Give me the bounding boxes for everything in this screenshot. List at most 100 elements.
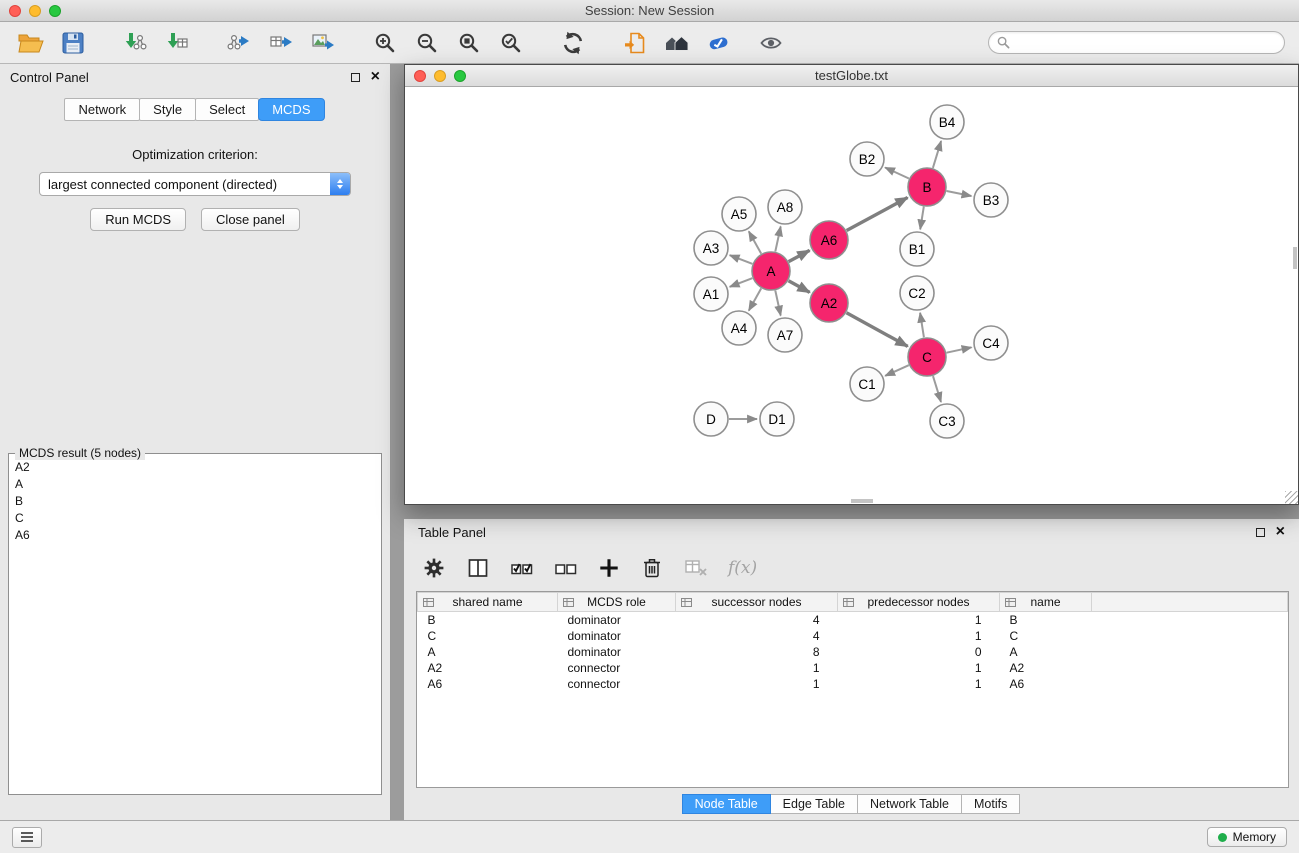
graph-edge-A-A8[interactable] bbox=[775, 227, 780, 252]
close-window-button[interactable] bbox=[9, 5, 21, 17]
column-header-shared-name[interactable]: shared name bbox=[418, 593, 558, 612]
graph-node-A5[interactable]: A5 bbox=[722, 197, 756, 231]
column-header-successor-nodes[interactable]: successor nodes bbox=[676, 593, 838, 612]
network-close-button[interactable] bbox=[414, 70, 426, 82]
graph-node-C2[interactable]: C2 bbox=[900, 276, 934, 310]
graph-node-B4[interactable]: B4 bbox=[930, 105, 964, 139]
graph-node-A2[interactable]: A2 bbox=[810, 284, 848, 322]
float-panel-icon[interactable] bbox=[351, 73, 360, 82]
minimize-window-button[interactable] bbox=[29, 5, 41, 17]
graph-node-D[interactable]: D bbox=[694, 402, 728, 436]
graph-edge-A-A2[interactable] bbox=[789, 281, 810, 293]
table-row[interactable]: Adominator80A bbox=[418, 644, 1288, 660]
close-panel-button[interactable]: Close panel bbox=[201, 208, 300, 231]
import-network-button[interactable] bbox=[114, 25, 156, 61]
table-row[interactable]: Cdominator41C bbox=[418, 628, 1288, 644]
open-document-button[interactable] bbox=[614, 25, 656, 61]
show-graphics-details-button[interactable] bbox=[750, 25, 792, 61]
result-item[interactable]: A6 bbox=[11, 527, 379, 544]
delete-column-button[interactable] bbox=[640, 556, 664, 580]
table-row[interactable]: A2connector11A2 bbox=[418, 660, 1288, 676]
graph-edge-A6-B[interactable] bbox=[847, 198, 908, 231]
import-table-button[interactable] bbox=[156, 25, 198, 61]
graph-edge-C-C2[interactable] bbox=[920, 313, 924, 337]
network-window-titlebar[interactable]: testGlobe.txt bbox=[405, 65, 1298, 87]
graph-edge-B-B1[interactable] bbox=[920, 207, 924, 230]
export-network-button[interactable] bbox=[218, 25, 260, 61]
table-row[interactable]: A6connector11A6 bbox=[418, 676, 1288, 692]
graph-edge-C-C1[interactable] bbox=[885, 365, 909, 376]
network-zoom-button[interactable] bbox=[454, 70, 466, 82]
graph-edge-A-A3[interactable] bbox=[730, 255, 753, 264]
graph-node-A6[interactable]: A6 bbox=[810, 221, 848, 259]
tab-node-table[interactable]: Node Table bbox=[682, 794, 771, 814]
zoom-fit-button[interactable] bbox=[448, 25, 490, 61]
search-input[interactable] bbox=[1015, 35, 1276, 51]
graph-edge-B-B4[interactable] bbox=[933, 141, 941, 168]
close-panel-icon[interactable]: × bbox=[371, 69, 380, 85]
create-column-button[interactable] bbox=[598, 557, 620, 579]
graph-node-A3[interactable]: A3 bbox=[694, 231, 728, 265]
graph-node-A[interactable]: A bbox=[752, 252, 790, 290]
run-mcds-button[interactable]: Run MCDS bbox=[90, 208, 186, 231]
zoom-out-button[interactable] bbox=[406, 25, 448, 61]
zoom-selected-button[interactable] bbox=[490, 25, 532, 61]
show-columns-button[interactable] bbox=[466, 556, 490, 580]
network-minimize-button[interactable] bbox=[434, 70, 446, 82]
tab-network-table[interactable]: Network Table bbox=[857, 794, 962, 814]
zoom-in-button[interactable] bbox=[364, 25, 406, 61]
graph-node-D1[interactable]: D1 bbox=[760, 402, 794, 436]
graph-edge-B-B2[interactable] bbox=[885, 168, 909, 179]
float-table-panel-icon[interactable] bbox=[1256, 528, 1265, 537]
column-header-predecessor-nodes[interactable]: predecessor nodes bbox=[838, 593, 1000, 612]
graph-node-C4[interactable]: C4 bbox=[974, 326, 1008, 360]
graph-edge-A-A6[interactable] bbox=[789, 250, 810, 261]
table-settings-button[interactable] bbox=[422, 556, 446, 580]
close-table-panel-icon[interactable]: × bbox=[1276, 524, 1285, 540]
result-item[interactable]: B bbox=[11, 493, 379, 510]
graph-edge-A2-C[interactable] bbox=[847, 313, 908, 347]
network-canvas[interactable]: AA2A6BCA1A3A4A5A7A8B1B2B3B4C1C2C3C4DD1 bbox=[405, 87, 1298, 504]
node-table-container[interactable]: shared name MCDS role bbox=[416, 591, 1289, 788]
resize-grip-icon[interactable] bbox=[1285, 491, 1298, 504]
tab-motifs[interactable]: Motifs bbox=[961, 794, 1020, 814]
graph-node-A4[interactable]: A4 bbox=[722, 311, 756, 345]
graph-node-A8[interactable]: A8 bbox=[768, 190, 802, 224]
save-session-button[interactable] bbox=[52, 25, 94, 61]
show-panels-button[interactable] bbox=[12, 827, 42, 848]
graph-edge-A-A5[interactable] bbox=[749, 231, 761, 253]
graph-node-B1[interactable]: B1 bbox=[900, 232, 934, 266]
network-graph[interactable]: AA2A6BCA1A3A4A5A7A8B1B2B3B4C1C2C3C4DD1 bbox=[405, 87, 1298, 504]
tab-style[interactable]: Style bbox=[139, 98, 196, 121]
graph-node-B2[interactable]: B2 bbox=[850, 142, 884, 176]
column-header-mcds-role[interactable]: MCDS role bbox=[558, 593, 676, 612]
graph-edge-C-C4[interactable] bbox=[947, 347, 972, 352]
result-item[interactable]: C bbox=[11, 510, 379, 527]
graph-edge-C-C3[interactable] bbox=[933, 376, 941, 402]
graph-edge-B-B3[interactable] bbox=[947, 191, 972, 196]
tab-mcds[interactable]: MCDS bbox=[258, 98, 324, 121]
graph-node-C[interactable]: C bbox=[908, 338, 946, 376]
refresh-button[interactable] bbox=[552, 25, 594, 61]
apply-style-button[interactable] bbox=[698, 25, 740, 61]
tab-network[interactable]: Network bbox=[64, 98, 140, 121]
graph-edge-A-A7[interactable] bbox=[775, 291, 780, 316]
graph-edge-A-A1[interactable] bbox=[730, 278, 753, 287]
memory-button[interactable]: Memory bbox=[1207, 827, 1287, 847]
graph-node-C3[interactable]: C3 bbox=[930, 404, 964, 438]
graph-node-A1[interactable]: A1 bbox=[694, 277, 728, 311]
table-row[interactable]: Bdominator41B bbox=[418, 612, 1288, 628]
criterion-dropdown[interactable]: largest connected component (directed) bbox=[39, 172, 351, 196]
export-table-button[interactable] bbox=[260, 25, 302, 61]
export-image-button[interactable] bbox=[302, 25, 344, 61]
result-item[interactable]: A2 bbox=[11, 459, 379, 476]
tab-edge-table[interactable]: Edge Table bbox=[770, 794, 858, 814]
toolbar-search[interactable] bbox=[988, 31, 1285, 54]
zoom-window-button[interactable] bbox=[49, 5, 61, 17]
tab-select[interactable]: Select bbox=[195, 98, 259, 121]
graph-node-A7[interactable]: A7 bbox=[768, 318, 802, 352]
deselect-all-button[interactable] bbox=[554, 558, 578, 578]
graph-node-B3[interactable]: B3 bbox=[974, 183, 1008, 217]
open-session-button[interactable] bbox=[10, 25, 52, 61]
column-header-name[interactable]: name bbox=[1000, 593, 1092, 612]
